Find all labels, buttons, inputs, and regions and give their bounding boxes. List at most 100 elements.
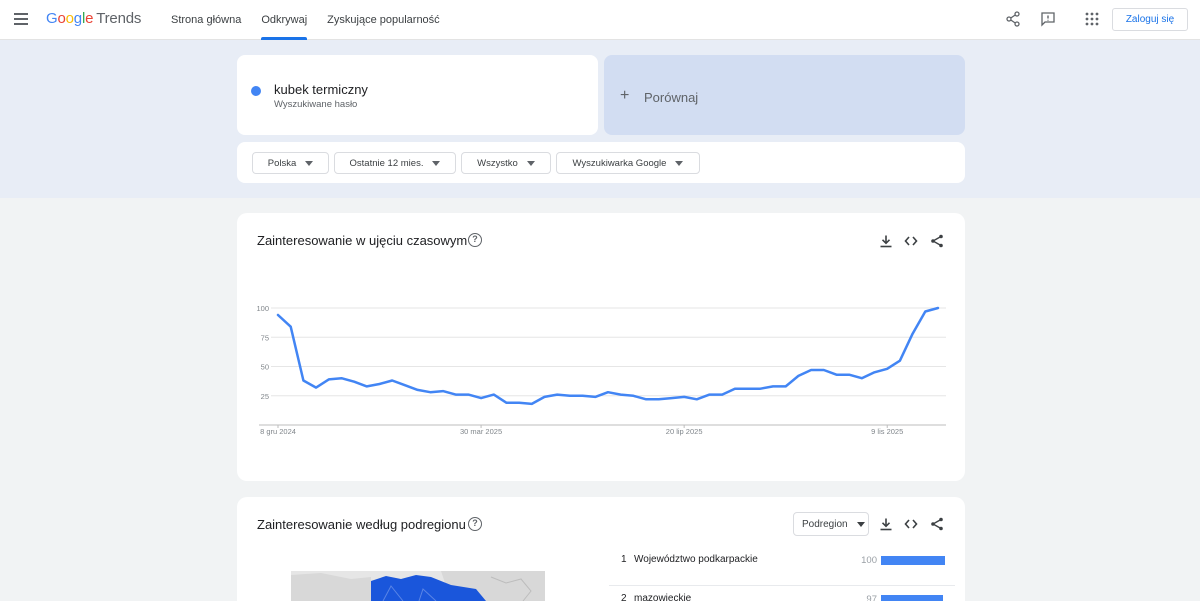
data-point[interactable] <box>922 309 928 315</box>
data-point[interactable] <box>275 312 281 318</box>
interest-chart[interactable]: 100 75 50 25 8 gru 2024 30 mar 2025 20 lip 202… <box>250 290 955 445</box>
term-color-dot <box>251 86 261 96</box>
data-point[interactable] <box>503 400 509 406</box>
data-point[interactable] <box>643 396 649 402</box>
data-point[interactable] <box>326 376 332 382</box>
data-point[interactable] <box>618 392 624 398</box>
top-bar: Google Trends Strona główna Odkrywaj Zysk… <box>0 0 1200 40</box>
menu-icon[interactable] <box>14 13 28 25</box>
help-icon[interactable]: ? <box>468 233 482 247</box>
data-point[interactable] <box>770 383 776 389</box>
data-point[interactable] <box>567 393 573 399</box>
apps-icon[interactable] <box>1084 11 1100 27</box>
data-point[interactable] <box>288 324 294 330</box>
login-button[interactable]: Zaloguj się <box>1112 8 1188 31</box>
share-icon[interactable] <box>930 234 944 248</box>
data-point[interactable] <box>859 375 865 381</box>
region-value: 97 <box>866 594 877 601</box>
data-point[interactable] <box>402 382 408 388</box>
data-point[interactable] <box>821 367 827 373</box>
x-tick-label: 8 gru 2024 <box>260 427 296 436</box>
data-point[interactable] <box>580 393 586 399</box>
nav-home[interactable]: Strona główna <box>171 0 241 40</box>
filter-label: Wszystko <box>477 157 518 169</box>
region-map[interactable] <box>291 571 545 601</box>
data-point[interactable] <box>833 372 839 378</box>
data-point[interactable] <box>808 367 814 373</box>
region-level-select[interactable]: Podregion <box>793 512 869 536</box>
data-point[interactable] <box>783 383 789 389</box>
caret-down-icon <box>856 521 865 527</box>
region-name: mazowieckie <box>634 593 692 601</box>
embed-icon[interactable] <box>904 517 918 531</box>
search-term-type: Wyszukiwane hasło <box>274 99 358 110</box>
share-icon[interactable] <box>930 517 944 531</box>
data-point[interactable] <box>427 389 433 395</box>
data-point[interactable] <box>668 395 674 401</box>
y-tick-label: 100 <box>256 304 269 313</box>
data-point[interactable] <box>872 369 878 375</box>
region-rank: 1 <box>621 554 627 565</box>
data-point[interactable] <box>415 387 421 393</box>
caret-down-icon <box>305 160 314 166</box>
data-point[interactable] <box>897 358 903 364</box>
feedback-icon[interactable] <box>1040 11 1056 27</box>
data-point[interactable] <box>630 393 636 399</box>
data-point[interactable] <box>542 394 548 400</box>
data-point[interactable] <box>440 388 446 394</box>
data-point[interactable] <box>656 396 662 402</box>
data-point[interactable] <box>554 392 560 398</box>
data-point[interactable] <box>681 394 687 400</box>
data-point[interactable] <box>351 379 357 385</box>
data-point[interactable] <box>300 378 306 384</box>
data-point[interactable] <box>491 392 497 398</box>
data-point[interactable] <box>757 386 763 392</box>
embed-icon[interactable] <box>904 234 918 248</box>
data-point[interactable] <box>377 381 383 387</box>
filter-label: Ostatnie 12 mies. <box>349 157 424 169</box>
data-point[interactable] <box>453 392 459 398</box>
x-tick-label: 20 lip 2025 <box>666 427 703 436</box>
nav-trending[interactable]: Zyskujące popularność <box>327 0 440 40</box>
data-point[interactable] <box>745 386 751 392</box>
data-point[interactable] <box>935 305 941 311</box>
caret-down-icon <box>526 160 535 166</box>
region-name: Województwo podkarpackie <box>634 554 758 565</box>
filter-search-type[interactable]: Wyszukiwarka Google <box>556 152 700 174</box>
data-point[interactable] <box>694 396 700 402</box>
filter-time-range[interactable]: Ostatnie 12 mies. <box>334 152 456 174</box>
y-tick-label: 75 <box>261 333 269 342</box>
data-point[interactable] <box>516 400 522 406</box>
data-point[interactable] <box>389 378 395 384</box>
search-term[interactable]: kubek termiczny <box>274 82 368 97</box>
data-point[interactable] <box>884 366 890 372</box>
share-icon[interactable] <box>1005 11 1021 27</box>
filter-category[interactable]: Wszystko <box>461 152 551 174</box>
filter-region[interactable]: Polska <box>252 152 329 174</box>
help-icon[interactable]: ? <box>468 517 482 531</box>
caret-down-icon <box>675 160 684 166</box>
y-tick-label: 25 <box>261 392 269 401</box>
poland-map-shape <box>291 571 545 601</box>
data-point[interactable] <box>529 401 535 407</box>
data-point[interactable] <box>707 392 713 398</box>
region-row[interactable]: 2 mazowieckie 97 <box>609 587 955 601</box>
data-point[interactable] <box>846 372 852 378</box>
data-point[interactable] <box>478 395 484 401</box>
data-point[interactable] <box>719 392 725 398</box>
region-row[interactable]: 1 Województwo podkarpackie 100 <box>609 548 955 586</box>
download-icon[interactable] <box>879 517 893 531</box>
data-point[interactable] <box>592 394 598 400</box>
download-icon[interactable] <box>879 234 893 248</box>
google-trends-logo[interactable]: Google Trends <box>46 10 141 27</box>
region-bar <box>881 595 944 601</box>
data-point[interactable] <box>313 385 319 391</box>
data-point[interactable] <box>910 331 916 337</box>
data-point[interactable] <box>338 375 344 381</box>
data-point[interactable] <box>605 389 611 395</box>
data-point[interactable] <box>465 392 471 398</box>
data-point[interactable] <box>732 386 738 392</box>
data-point[interactable] <box>795 373 801 379</box>
nav-explore[interactable]: Odkrywaj <box>261 0 307 40</box>
data-point[interactable] <box>364 383 370 389</box>
